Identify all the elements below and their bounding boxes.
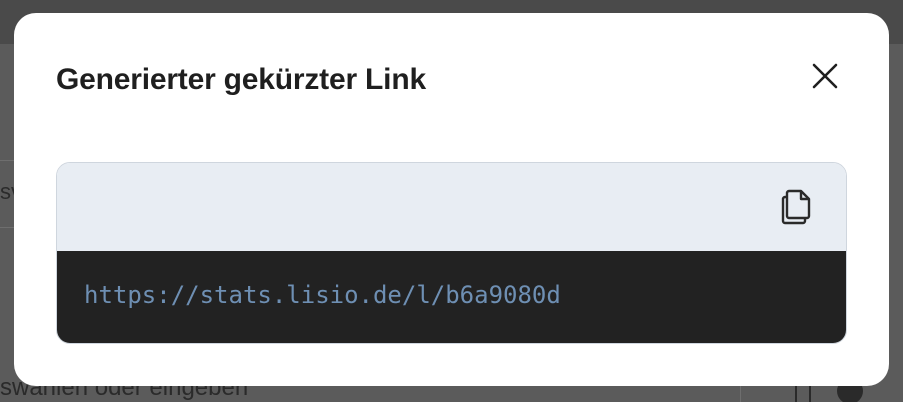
close-button[interactable] [810, 61, 840, 91]
close-icon [812, 63, 838, 89]
short-link-url[interactable]: https://stats.lisio.de/l/b6a9080d [84, 281, 561, 309]
modal-title: Generierter gekürzter Link [56, 63, 426, 96]
copy-button[interactable] [776, 183, 816, 227]
code-block-header [57, 163, 846, 251]
code-block-body: https://stats.lisio.de/l/b6a9080d [57, 251, 846, 343]
short-link-modal: Generierter gekürzter Link https://stats… [14, 13, 889, 386]
copy-icon [781, 189, 811, 225]
short-link-code-block: https://stats.lisio.de/l/b6a9080d [56, 162, 847, 344]
